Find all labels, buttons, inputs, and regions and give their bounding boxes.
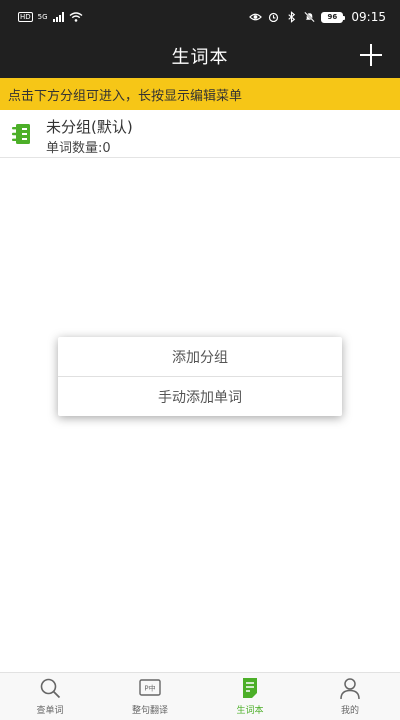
network-type: 5G xyxy=(37,13,48,21)
eye-icon xyxy=(249,13,263,21)
bottom-nav: 查单词 P中 整句翻译 生词本 我的 xyxy=(0,672,400,720)
nav-label-vocabulary: 生词本 xyxy=(236,706,264,716)
status-time: 09:15 xyxy=(351,10,386,24)
status-bar-left: HD 5G xyxy=(18,12,83,22)
add-word-manually-menu-item[interactable]: 手动添加单词 xyxy=(58,377,342,416)
group-item-default[interactable]: 未分组(默认) 单词数量:0 xyxy=(0,110,400,158)
group-word-count: 单词数量:0 xyxy=(46,141,111,156)
nav-item-vocabulary[interactable]: 生词本 xyxy=(200,673,300,720)
nav-item-lookup[interactable]: 查单词 xyxy=(0,673,100,720)
bluetooth-icon xyxy=(288,11,296,23)
alarm-icon xyxy=(269,12,279,23)
nav-item-translate[interactable]: P中 整句翻译 xyxy=(100,673,200,720)
notebook-icon xyxy=(12,124,30,144)
nav-label-lookup: 查单词 xyxy=(36,706,64,716)
signal-icon xyxy=(52,12,64,22)
vocabulary-book-icon xyxy=(243,678,257,698)
title-bar: 生词本 xyxy=(0,34,400,78)
svg-text:P中: P中 xyxy=(144,684,155,693)
add-group-menu-item[interactable]: 添加分组 xyxy=(58,337,342,376)
translate-icon: P中 xyxy=(139,679,161,696)
hd-indicator: HD xyxy=(18,12,33,22)
nav-item-profile[interactable]: 我的 xyxy=(300,673,400,720)
hint-banner: 点击下方分组可进入，长按显示编辑菜单 xyxy=(0,78,400,110)
wifi-icon xyxy=(69,12,82,22)
nav-label-profile: 我的 xyxy=(340,706,359,716)
hint-text: 点击下方分组可进入，长按显示编辑菜单 xyxy=(8,88,243,104)
profile-icon xyxy=(340,678,360,700)
popup-menu: 添加分组 手动添加单词 xyxy=(58,337,342,416)
battery-indicator: 96 xyxy=(321,11,346,23)
group-name: 未分组(默认) xyxy=(46,118,133,136)
status-bar: HD 5G 96 09:15 xyxy=(0,0,400,34)
status-bar-right: 96 09:15 xyxy=(249,10,386,24)
search-icon xyxy=(40,678,61,699)
mute-icon xyxy=(304,11,316,23)
page-title: 生词本 xyxy=(171,47,229,68)
nav-label-translate: 整句翻译 xyxy=(131,706,168,716)
add-button[interactable] xyxy=(358,42,384,68)
